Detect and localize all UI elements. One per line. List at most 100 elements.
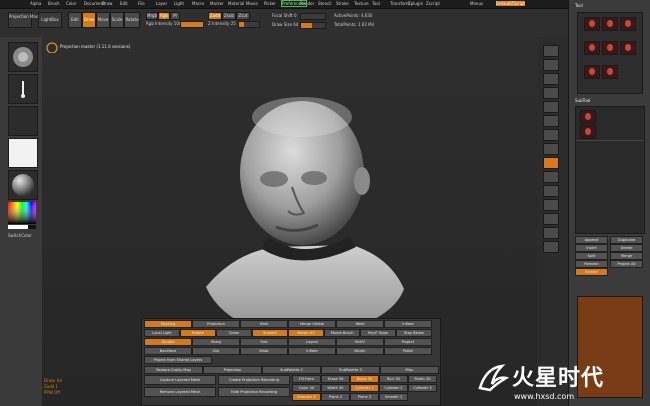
row1-stay-below[interactable]: Stay Below: [396, 329, 432, 337]
mrgb-button[interactable]: Mrgb: [146, 12, 158, 20]
lightbox-button[interactable]: LightBox: [38, 12, 62, 28]
focal-shift-slider[interactable]: [300, 13, 326, 20]
subtool-extract-button[interactable]: Extract: [575, 268, 608, 276]
color-picker[interactable]: [8, 202, 36, 230]
row3-inflate[interactable]: Inflate: [288, 347, 336, 355]
material-selector[interactable]: [8, 170, 38, 200]
remove-layered-mesh-button[interactable]: Remove Layered Mesh: [144, 387, 216, 397]
row3-clip[interactable]: Clip: [192, 347, 240, 355]
menu-right-0[interactable]: Menus: [470, 1, 483, 6]
menu-item-macro[interactable]: Macro: [192, 1, 204, 6]
zadd-button[interactable]: Zadd: [208, 12, 222, 20]
tool-thumb-8[interactable]: [602, 65, 618, 79]
subtool-delete-button[interactable]: Delete: [610, 244, 643, 252]
subtool-remesh-button[interactable]: Remesh: [575, 260, 608, 268]
move-button[interactable]: Move: [96, 12, 110, 28]
menu-item-picker[interactable]: Picker: [264, 1, 276, 6]
tool-thumb-4[interactable]: [584, 41, 600, 55]
draw-size-slider[interactable]: [300, 22, 326, 29]
tabs-masking[interactable]: Masking: [144, 320, 192, 328]
row1-rotate[interactable]: Rotate: [180, 329, 216, 337]
menu-item-draw[interactable]: Draw: [102, 1, 112, 6]
shelf-button-zoom[interactable]: [543, 87, 559, 99]
zsub-button[interactable]: Zsub: [222, 12, 236, 20]
menu-item-tool[interactable]: Tool: [372, 1, 380, 6]
brush-preset-1[interactable]: Erase 56: [321, 375, 350, 383]
menu-item-color[interactable]: Color: [66, 1, 76, 6]
capture-layered-mesh-button[interactable]: Capture Layered Mesh: [144, 375, 216, 385]
brush-preset-3[interactable]: Blur 30: [379, 375, 408, 383]
shelf-button-bpr[interactable]: [543, 45, 559, 57]
menu-item-light[interactable]: Light: [174, 1, 184, 6]
subheads-projection[interactable]: Projection: [203, 366, 262, 374]
brush-selector[interactable]: [8, 42, 38, 72]
shelf-button-local[interactable]: [543, 157, 559, 169]
tool-thumb-5[interactable]: [602, 41, 618, 55]
menu-item-render[interactable]: Render: [300, 1, 314, 6]
tool-thumb-2[interactable]: [602, 17, 618, 31]
shelf-button-scale[interactable]: [543, 199, 559, 211]
zcut-button[interactable]: Zcut: [236, 12, 250, 20]
shelf-button-scroll[interactable]: [543, 73, 559, 85]
subtool-item-2[interactable]: [580, 125, 596, 139]
menu-item-transform[interactable]: Transform: [390, 1, 410, 6]
subtool-append-button[interactable]: Append: [575, 236, 608, 244]
brush-preset-6[interactable]: Width 30: [321, 384, 350, 392]
brush-preset-0[interactable]: Fill Front: [292, 375, 321, 383]
menu-item-zscript[interactable]: Zscript: [426, 1, 440, 6]
subheads-subpalette-3[interactable]: SubPalette 3: [321, 366, 380, 374]
edit-button[interactable]: Edit: [68, 12, 82, 28]
row2-reuv[interactable]: ReUV: [336, 338, 384, 346]
menu-item-edit[interactable]: Edit: [120, 1, 128, 6]
draw-button[interactable]: Draw: [82, 12, 96, 28]
stroke-selector[interactable]: [8, 74, 38, 104]
subtool-merge-button[interactable]: Merge: [610, 252, 643, 260]
tool-thumb-3[interactable]: [620, 17, 636, 31]
shelf-button-polyf[interactable]: [543, 227, 559, 239]
shelf-button-floor[interactable]: [543, 143, 559, 155]
hide-projection-recording-button[interactable]: Hide Projection Recording: [218, 387, 290, 397]
brush-preset-10[interactable]: Sharpen 4: [292, 393, 321, 401]
tabs-projection[interactable]: Projection: [192, 320, 240, 328]
tabs-weld[interactable]: Weld: [336, 320, 384, 328]
texture-selector[interactable]: [8, 138, 38, 168]
menu-item-movie[interactable]: Movie: [246, 1, 258, 6]
projection-master-button[interactable]: Projection Master: [8, 12, 44, 28]
tool-thumb-6[interactable]: [620, 41, 636, 55]
scale-button[interactable]: Scale: [110, 12, 124, 28]
rgb-button[interactable]: Rgb: [158, 12, 170, 20]
brush-preset-2[interactable]: Black 30: [350, 375, 379, 383]
tool-thumb-1[interactable]: [584, 17, 600, 31]
brush-preset-5[interactable]: Color 30: [292, 384, 321, 392]
subtool-duplicate-button[interactable]: Duplicate: [610, 236, 643, 244]
shelf-button-frame[interactable]: [543, 171, 559, 183]
row2-double[interactable]: Double: [144, 338, 192, 346]
brush-preset-4[interactable]: Polish 30: [408, 375, 437, 383]
shelf-button-aahalf[interactable]: [543, 115, 559, 127]
brush-preset-13[interactable]: Smooth 1: [379, 393, 408, 401]
subheads-subpalette-2[interactable]: SubPalette 2: [262, 366, 321, 374]
row3-morph[interactable]: Morph: [336, 347, 384, 355]
row2-smt[interactable]: Smt: [240, 338, 288, 346]
row2-layers[interactable]: Layers: [288, 338, 336, 346]
shelf-button-actual[interactable]: [543, 101, 559, 113]
row1-morph-uv[interactable]: Morph UV: [288, 329, 324, 337]
menu-item-alpha[interactable]: Alpha: [30, 1, 41, 6]
row1-polyf-uppe[interactable]: PolyF Uppe: [360, 329, 396, 337]
subtool-split-button[interactable]: Split: [575, 252, 608, 260]
z-intensity-slider[interactable]: [238, 21, 260, 28]
shelf-button-transp[interactable]: [543, 241, 559, 253]
menu-right-1[interactable]: DefaultZScript: [496, 1, 525, 6]
brush-preset-11[interactable]: Plane 2: [321, 393, 350, 401]
row1-local-light[interactable]: Local Light: [144, 329, 180, 337]
row1-smooth[interactable]: Smooth: [252, 329, 288, 337]
row3-backface[interactable]: Backface: [144, 347, 192, 355]
menu-item-stencil[interactable]: Stencil: [318, 1, 332, 6]
brush-preset-7[interactable]: Cylinder 1: [350, 384, 379, 392]
menu-item-material[interactable]: Material: [228, 1, 244, 6]
subtool-item-1[interactable]: [580, 110, 596, 124]
brush-preset-8[interactable]: Cylinder 2: [379, 384, 408, 392]
subheads-misc[interactable]: Misc: [380, 366, 439, 374]
row2-project[interactable]: Project: [384, 338, 432, 346]
subtool-project-all-button[interactable]: Project All: [610, 260, 643, 268]
